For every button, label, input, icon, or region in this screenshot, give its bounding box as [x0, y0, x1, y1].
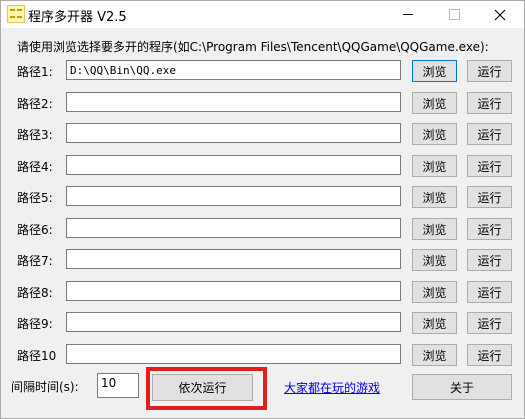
- path-input[interactable]: D:\QQ\Bin\QQ.exe: [66, 60, 401, 80]
- path-input[interactable]: [66, 344, 401, 364]
- interval-label: 间隔时间(s):: [11, 380, 79, 394]
- minimize-button[interactable]: [385, 1, 431, 28]
- path-label: 路径10: [17, 349, 57, 363]
- main-window: 程序多开器 V2.5 请使用浏览选择要多开的程序(如C:\Program Fil…: [0, 0, 525, 419]
- path-label: 路径1:: [17, 65, 53, 79]
- run-button[interactable]: 运行: [467, 92, 512, 114]
- path-input[interactable]: [66, 92, 401, 112]
- browse-button[interactable]: 浏览: [412, 92, 457, 114]
- path-input[interactable]: [66, 155, 401, 175]
- run-button[interactable]: 运行: [467, 249, 512, 271]
- browse-button[interactable]: 浏览: [412, 249, 457, 271]
- browse-button[interactable]: 浏览: [412, 344, 457, 366]
- app-icon: [7, 5, 25, 23]
- path-input[interactable]: [66, 218, 401, 238]
- run-button[interactable]: 运行: [467, 60, 512, 82]
- path-input[interactable]: [66, 249, 401, 269]
- path-input[interactable]: [66, 186, 401, 206]
- path-label: 路径3:: [17, 128, 53, 142]
- run-button[interactable]: 运行: [467, 281, 512, 303]
- path-label: 路径4:: [17, 160, 53, 174]
- browse-button[interactable]: 浏览: [412, 60, 457, 82]
- path-label: 路径7:: [17, 254, 53, 268]
- interval-input[interactable]: 10: [97, 373, 139, 398]
- maximize-button[interactable]: [431, 1, 477, 28]
- browse-button[interactable]: 浏览: [412, 218, 457, 240]
- maximize-icon: [448, 9, 460, 20]
- run-button[interactable]: 运行: [467, 186, 512, 208]
- path-input[interactable]: [66, 312, 401, 332]
- title-bar[interactable]: 程序多开器 V2.5: [1, 1, 524, 28]
- browse-button[interactable]: 浏览: [412, 123, 457, 145]
- path-label: 路径6:: [17, 223, 53, 237]
- path-input[interactable]: [66, 123, 401, 143]
- instruction-text: 请使用浏览选择要多开的程序(如C:\Program Files\Tencent\…: [17, 40, 489, 54]
- run-button[interactable]: 运行: [467, 312, 512, 334]
- path-label: 路径8:: [17, 286, 53, 300]
- close-icon: [494, 9, 506, 20]
- sequential-run-button[interactable]: 依次运行: [152, 374, 253, 401]
- run-button[interactable]: 运行: [467, 218, 512, 240]
- minimize-icon: [403, 14, 413, 15]
- browse-button[interactable]: 浏览: [412, 312, 457, 334]
- browse-button[interactable]: 浏览: [412, 281, 457, 303]
- path-label: 路径5:: [17, 191, 53, 205]
- browse-button[interactable]: 浏览: [412, 186, 457, 208]
- path-label: 路径2:: [17, 97, 53, 111]
- browse-button[interactable]: 浏览: [412, 155, 457, 177]
- path-input[interactable]: [66, 281, 401, 301]
- run-button[interactable]: 运行: [467, 155, 512, 177]
- games-link[interactable]: 大家都在玩的游戏: [284, 379, 380, 396]
- window-title: 程序多开器 V2.5: [28, 10, 127, 25]
- run-button[interactable]: 运行: [467, 123, 512, 145]
- close-button[interactable]: [477, 1, 523, 28]
- path-label: 路径9:: [17, 317, 53, 331]
- run-button[interactable]: 运行: [467, 344, 512, 366]
- about-button[interactable]: 关于: [412, 374, 512, 400]
